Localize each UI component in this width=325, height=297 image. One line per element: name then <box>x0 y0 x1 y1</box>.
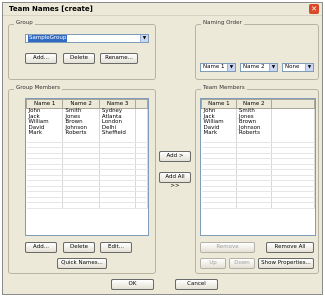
team-names-dialog: Team Names [create] ✕ Group SampleGroup … <box>2 2 323 295</box>
add-member-button[interactable]: Add > <box>159 151 191 162</box>
group-members-box: Group Members Name 1 Name 2 Name 3 John S… <box>8 85 156 274</box>
show-properties-button[interactable]: Show Properties... <box>258 258 314 269</box>
group-delete-button[interactable]: Delete <box>63 53 95 64</box>
down-button[interactable]: Down <box>229 258 255 269</box>
table-row[interactable] <box>26 202 148 209</box>
group-select-value: SampleGroup <box>28 35 68 42</box>
column-header-spacer <box>270 99 315 109</box>
naming-order-select-1-value: Name 1 <box>203 64 225 70</box>
member-add-button[interactable]: Add... <box>25 242 57 253</box>
cancel-button[interactable]: Cancel <box>175 279 218 290</box>
naming-order-box: Naming Order Name 1 ▼ Name 2 ▼ None ▼ <box>195 20 319 80</box>
window-title: Team Names [create] <box>9 5 93 13</box>
naming-order-label: Naming Order <box>201 20 244 26</box>
quick-names-button[interactable]: Quick Names... <box>57 258 107 269</box>
chevron-down-icon[interactable]: ▼ <box>140 35 148 42</box>
member-delete-button[interactable]: Delete <box>63 242 95 253</box>
remove-button[interactable]: Remove <box>200 242 255 253</box>
group-box-label: Group <box>14 20 35 26</box>
ok-button[interactable]: OK <box>111 279 154 290</box>
up-button[interactable]: Up <box>200 258 226 269</box>
group-box: Group SampleGroup ▼ Add... Delete Rename… <box>8 20 156 80</box>
naming-order-select-3[interactable]: None ▼ <box>282 63 314 72</box>
naming-order-select-1[interactable]: Name 1 ▼ <box>200 63 236 72</box>
naming-order-select-2[interactable]: Name 2 ▼ <box>240 63 278 72</box>
group-members-grid[interactable]: Name 1 Name 2 Name 3 John Smith Sydney Jac… <box>25 98 149 236</box>
team-members-box: Team Members Name 1 Name 2 John Smith Jac… <box>195 85 319 274</box>
close-icon[interactable]: ✕ <box>309 4 319 14</box>
naming-order-select-2-value: Name 2 <box>243 64 265 70</box>
team-members-grid[interactable]: Name 1 Name 2 John Smith Jack Jones Willia… <box>200 98 316 236</box>
naming-order-select-3-value: None <box>285 64 300 70</box>
chevron-down-icon[interactable]: ▼ <box>305 64 313 71</box>
member-edit-button[interactable]: Edit... <box>100 242 132 253</box>
group-rename-button[interactable]: Rename... <box>100 53 138 64</box>
chevron-down-icon[interactable]: ▼ <box>227 64 235 71</box>
add-all-button[interactable]: Add All >> <box>159 172 191 189</box>
column-header-spacer <box>135 99 148 109</box>
group-members-label: Group Members <box>14 85 62 91</box>
group-select[interactable]: SampleGroup ▼ <box>25 34 149 43</box>
group-add-button[interactable]: Add... <box>25 53 57 64</box>
table-row[interactable] <box>201 202 315 209</box>
title-bar: Team Names [create] ✕ <box>3 3 322 16</box>
team-members-label: Team Members <box>201 85 247 91</box>
remove-all-button[interactable]: Remove All <box>266 242 314 253</box>
chevron-down-icon[interactable]: ▼ <box>269 64 277 71</box>
